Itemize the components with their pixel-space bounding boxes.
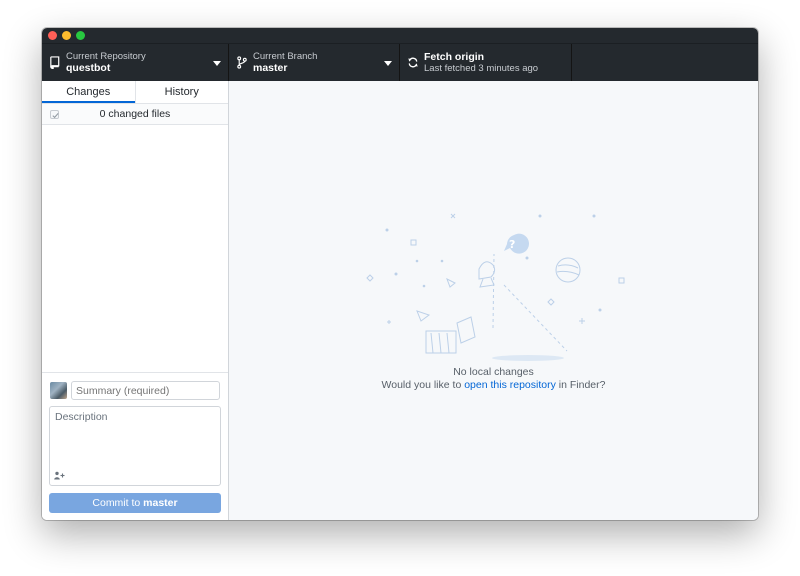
sidebar-tabs: Changes History xyxy=(42,81,228,104)
commit-button[interactable]: Commit to master xyxy=(49,493,221,513)
tab-changes[interactable]: Changes xyxy=(42,81,135,103)
commit-button-branch: master xyxy=(143,497,178,509)
title-bar xyxy=(42,28,758,43)
current-branch-dropdown[interactable]: Current Branch master xyxy=(229,44,400,81)
changed-files-count: 0 changed files xyxy=(99,108,171,120)
empty-state-illustration: ? xyxy=(366,213,625,361)
branch-name: master xyxy=(253,62,288,74)
empty-state-title: No local changes xyxy=(453,366,534,378)
branch-icon xyxy=(237,56,247,69)
commit-form: Description Commit to master xyxy=(42,372,228,520)
summary-input[interactable] xyxy=(71,381,220,400)
fetch-label: Fetch origin xyxy=(424,51,485,63)
repository-name: questbot xyxy=(66,62,111,74)
repo-icon xyxy=(50,56,60,69)
repository-label: Current Repository xyxy=(66,51,146,62)
commit-button-prefix: Commit to xyxy=(92,497,141,509)
empty-state-subtitle: Would you like to open this repository i… xyxy=(229,379,758,391)
sidebar: Changes History 0 changed files Descript… xyxy=(42,81,229,520)
zoom-window-button[interactable] xyxy=(76,31,85,40)
chevron-down-icon xyxy=(384,61,392,66)
description-placeholder: Description xyxy=(55,411,108,423)
chevron-down-icon xyxy=(213,61,221,66)
add-coauthor-icon[interactable] xyxy=(54,471,65,480)
current-repository-dropdown[interactable]: Current Repository questbot xyxy=(42,44,229,81)
main-panel: ? No local changes Would you like to ope… xyxy=(229,81,758,520)
open-repository-link[interactable]: open this repository xyxy=(464,379,556,391)
empty-state-suffix: in Finder? xyxy=(558,379,606,391)
changed-files-header: 0 changed files xyxy=(42,104,228,125)
toolbar: Current Repository questbot Current Bran… xyxy=(42,43,758,81)
branch-label: Current Branch xyxy=(253,51,318,62)
minimize-window-button[interactable] xyxy=(62,31,71,40)
empty-state-prefix: Would you like to xyxy=(381,379,462,391)
fetch-status: Last fetched 3 minutes ago xyxy=(424,63,539,74)
tab-history[interactable]: History xyxy=(134,81,229,103)
sync-icon xyxy=(408,57,418,68)
description-field[interactable]: Description xyxy=(49,406,221,486)
avatar xyxy=(50,382,67,399)
svg-text:?: ? xyxy=(509,238,515,251)
app-window: Current Repository questbot Current Bran… xyxy=(42,28,758,520)
fetch-origin-button[interactable]: Fetch origin Last fetched 3 minutes ago xyxy=(400,44,572,81)
close-window-button[interactable] xyxy=(48,31,57,40)
